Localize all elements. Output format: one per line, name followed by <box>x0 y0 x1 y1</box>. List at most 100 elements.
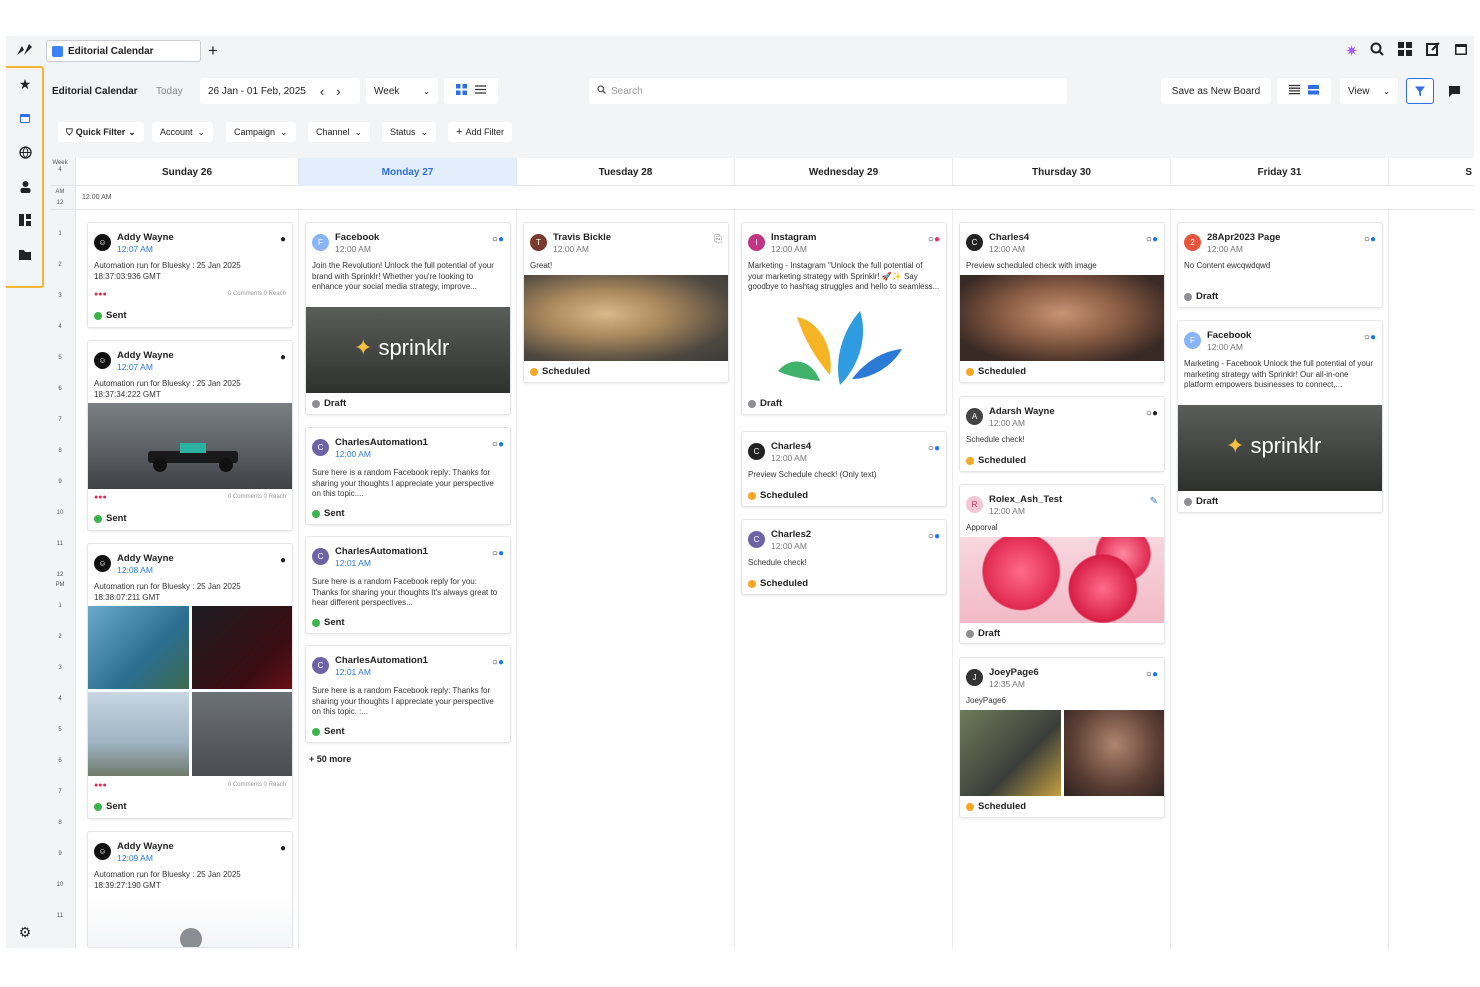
day-header-wednesday[interactable]: Wednesday 29 <box>735 158 953 186</box>
folder-icon[interactable] <box>15 244 35 264</box>
compose-icon[interactable] <box>1426 42 1440 60</box>
filter-icon[interactable] <box>1406 78 1434 104</box>
campaign-filter[interactable]: Campaign ⌄ <box>226 122 296 142</box>
card-account-name: 28Apr2023 Page <box>1207 232 1281 243</box>
card-time: 12:08 AM <box>117 565 153 575</box>
hour-label: 1 <box>58 231 62 237</box>
search-icon[interactable] <box>1370 42 1384 60</box>
add-tab-button[interactable]: + <box>208 41 218 61</box>
save-as-new-board-button[interactable]: Save as New Board <box>1161 78 1271 104</box>
bluesky-icon: ● <box>279 555 286 566</box>
day-header-monday[interactable]: Monday 27 <box>299 158 517 186</box>
post-card[interactable]: C CharlesAutomation1 12:00 AM ○● Sure here … <box>305 427 511 525</box>
post-card[interactable]: T Travis Bickle 12:00 AM ⎘ Great! Scheduled <box>523 222 729 383</box>
avatar: F <box>312 234 329 251</box>
card-body: Preview Schedule check! (Only text) <box>748 470 877 479</box>
sprinklr-logo-icon[interactable] <box>15 40 35 60</box>
post-card[interactable]: R Rolex_Ash_Test 12:00 AM ✎ Apporval Draft <box>959 484 1165 644</box>
card-body: Apporval <box>966 523 998 532</box>
post-card[interactable]: F Facebook 12:00 AM ○● Join the Revolution!… <box>305 222 511 415</box>
calendar-toolbar: Editorial Calendar Today 26 Jan - 01 Feb… <box>44 66 1474 116</box>
avatar: ☺ <box>94 352 111 369</box>
list-view-icon[interactable] <box>1289 84 1300 98</box>
card-image-pair <box>960 710 1164 796</box>
plus-icon: + <box>456 126 463 138</box>
calendar-top-icon[interactable] <box>1454 42 1468 60</box>
sprinklr-logo-mark-icon: ✦ <box>354 335 373 360</box>
post-card[interactable]: 2 28Apr2023 Page 12:00 AM ○● No Content ewc… <box>1177 222 1383 308</box>
date-range-picker[interactable]: 26 Jan - 01 Feb, 2025 ‹ › <box>200 78 360 104</box>
post-card[interactable]: C Charles4 12:00 AM ○● Preview Schedule che… <box>741 431 947 507</box>
search-bar[interactable]: Search <box>589 78 1067 104</box>
hour-label: 11 <box>56 541 64 547</box>
hour-label: 2 <box>58 634 62 640</box>
hour-label: 8 <box>58 820 62 826</box>
hour-label: 4 <box>58 324 62 330</box>
dashboard-icon[interactable] <box>15 210 35 230</box>
post-card[interactable]: F Facebook 12:00 AM ○● Marketing - Facebook… <box>1177 320 1383 513</box>
quick-filter-button[interactable]: ⛉ Quick Filter ⌄ <box>58 122 144 142</box>
add-filter-button[interactable]: + Add Filter <box>448 122 512 142</box>
chevron-down-icon: ⌄ <box>423 86 430 96</box>
post-card[interactable]: A Adarsh Wayne 12:00 AM ○● Schedule check! … <box>959 396 1165 472</box>
account-filter[interactable]: Account ⌄ <box>152 122 214 142</box>
post-card[interactable]: I Instagram 12:00 AM ○● Marketing - Instagr… <box>741 222 947 415</box>
apps-grid-icon[interactable] <box>1398 42 1412 60</box>
post-card[interactable]: C CharlesAutomation1 12:01 AM ○● Sure here … <box>305 536 511 634</box>
card-account-name: CharlesAutomation1 <box>335 546 428 557</box>
day-header-friday[interactable]: Friday 31 <box>1171 158 1389 186</box>
avatar: 2 <box>1184 234 1201 251</box>
day-header-sunday[interactable]: Sunday 26 <box>76 158 299 186</box>
card-time: 12:00 AM <box>989 418 1025 428</box>
channel-filter-label: Channel <box>316 127 350 137</box>
next-week-button[interactable]: › <box>336 84 340 99</box>
card-metrics: ●●● 0 Comments 0 Reach <box>94 494 286 501</box>
tab-editorial-calendar[interactable]: Editorial Calendar <box>46 40 201 62</box>
column-friday: 2 28Apr2023 Page 12:00 AM ○● No Content ewc… <box>1171 210 1389 948</box>
day-header-saturday[interactable]: S <box>1389 158 1474 186</box>
globe-icon[interactable] <box>15 142 35 162</box>
post-card[interactable]: C Charles4 12:00 AM ○● Preview scheduled ch… <box>959 222 1165 383</box>
status-filter[interactable]: Status ⌄ <box>382 122 437 142</box>
card-time: 12:00 AM <box>771 453 807 463</box>
view-menu-button[interactable]: View ⌄ <box>1340 78 1398 104</box>
post-card[interactable]: ☺ Addy Wayne 12:08 AM ● Automation run for … <box>87 543 293 819</box>
top-bar: Editorial Calendar + ✷ <box>44 36 1474 66</box>
show-more-link[interactable]: + 50 more <box>309 754 351 764</box>
post-card[interactable]: C Charles2 12:00 AM ○● Schedule check! Sche… <box>741 519 947 595</box>
bluesky-icon: ● <box>279 352 286 363</box>
post-card[interactable]: C CharlesAutomation1 12:01 AM ○● Sure here … <box>305 645 511 743</box>
facebook-icon: ○● <box>1363 332 1376 343</box>
grid-view-icon[interactable] <box>456 84 467 98</box>
day-header-thursday[interactable]: Thursday 30 <box>953 158 1171 186</box>
sparkle-icon[interactable]: ✷ <box>1345 42 1358 60</box>
calendar-icon[interactable] <box>15 108 35 128</box>
post-card[interactable]: ☺ Addy Wayne 12:07 AM ● Automation run for … <box>87 340 293 531</box>
compact-view-icon[interactable] <box>1308 84 1319 98</box>
post-card[interactable]: ☺ Addy Wayne 12:07 AM ● Automation run for … <box>87 222 293 328</box>
day-header-tuesday[interactable]: Tuesday 28 <box>517 158 735 186</box>
view-mode-select[interactable]: Week ⌄ <box>366 78 438 104</box>
status-badge: Draft <box>1184 291 1218 302</box>
card-time: 12:00 AM <box>1207 244 1243 254</box>
post-card[interactable]: ☺ Addy Wayne 12:09 AM ● Automation run for … <box>87 831 293 948</box>
view-chevron-icon: ⌄ <box>1383 86 1390 96</box>
users-icon[interactable] <box>15 176 35 196</box>
today-button[interactable]: Today <box>148 78 191 104</box>
status-label: Draft <box>760 398 783 409</box>
channel-filter[interactable]: Channel ⌄ <box>308 122 371 142</box>
card-body: Sure here is a random Facebook reply: Th… <box>312 686 494 716</box>
avatar: J <box>966 669 983 686</box>
prev-week-button[interactable]: ‹ <box>320 84 324 99</box>
card-metrics-text: 0 Comments 0 Reach <box>227 782 286 788</box>
gear-icon[interactable]: ⚙ <box>15 922 35 942</box>
star-icon[interactable]: ★ <box>15 74 35 94</box>
avatar: I <box>748 234 765 251</box>
sliders-icon[interactable] <box>475 84 486 98</box>
attachment-icon: ⎘ <box>714 234 722 245</box>
comments-icon[interactable] <box>1440 78 1468 104</box>
avatar: C <box>312 439 329 456</box>
status-label: Scheduled <box>978 801 1027 812</box>
facebook-icon: ○● <box>1145 669 1158 680</box>
post-card[interactable]: J JoeyPage6 12:35 AM ○● JoeyPage6 Scheduled <box>959 657 1165 818</box>
